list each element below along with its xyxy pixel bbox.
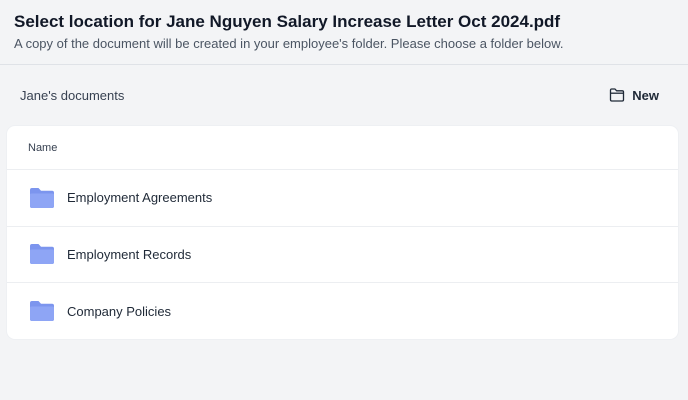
dialog-header: Select location for Jane Nguyen Salary I… xyxy=(0,0,688,65)
location-bar: Jane's documents New xyxy=(0,65,688,125)
dialog-subtitle: A copy of the document will be created i… xyxy=(14,36,564,51)
dialog-title: Select location for Jane Nguyen Salary I… xyxy=(14,12,561,31)
folder-icon xyxy=(30,187,67,209)
folder-list-card: Name Employment Agreements Employment Re… xyxy=(7,126,678,339)
folder-row-employment-agreements[interactable]: Employment Agreements xyxy=(7,170,678,227)
new-folder-button[interactable]: New xyxy=(607,84,661,107)
folder-row-label: Company Policies xyxy=(67,303,172,319)
folder-row-label: Employment Agreements xyxy=(67,190,213,206)
folder-row-company-policies[interactable]: Company Policies xyxy=(7,283,678,339)
folder-row-label: Employment Records xyxy=(67,246,192,262)
column-header-name: Name xyxy=(7,126,678,170)
folder-icon xyxy=(30,243,67,265)
new-folder-button-label: New xyxy=(632,87,659,103)
folder-outline-icon xyxy=(609,88,625,102)
folder-icon xyxy=(30,300,67,322)
folder-row-employment-records[interactable]: Employment Records xyxy=(7,227,678,283)
current-location-label: Jane's documents xyxy=(20,87,125,103)
